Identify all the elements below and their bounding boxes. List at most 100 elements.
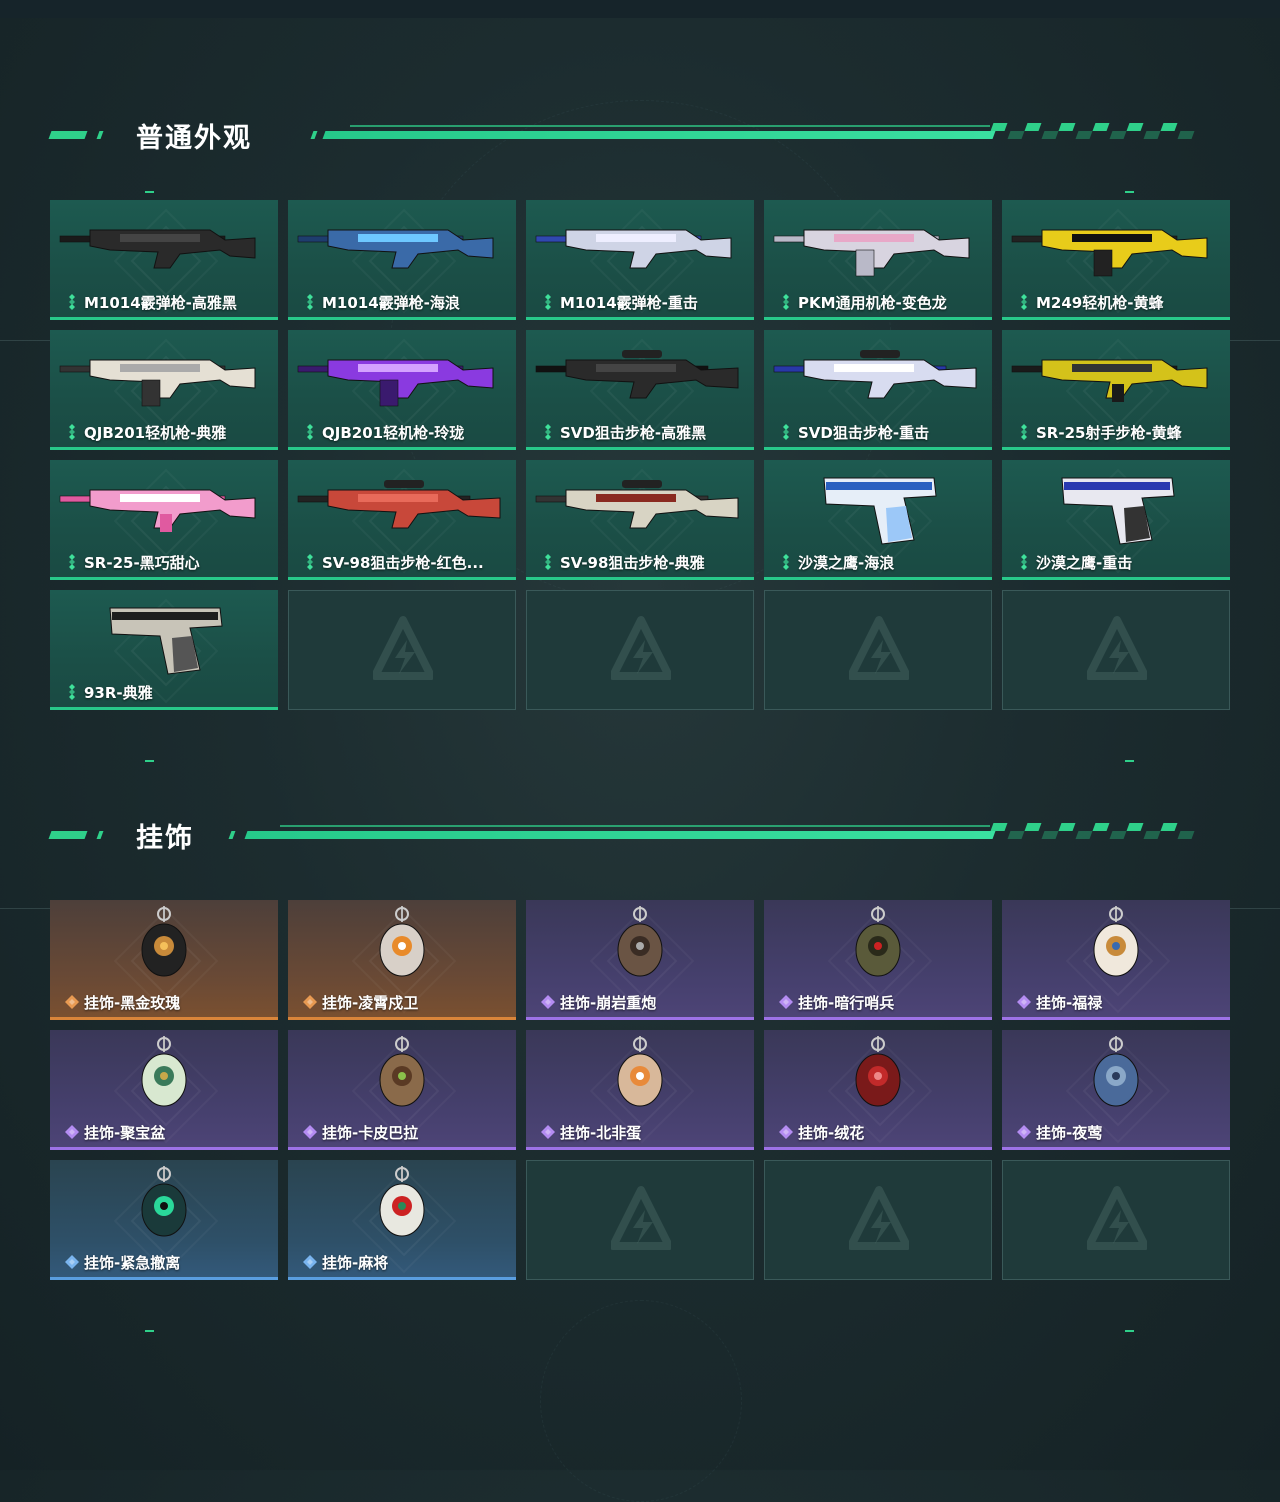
empty-slot (1002, 590, 1230, 710)
rarity-diamond-icon (783, 554, 789, 570)
section-title: 挂饰 (136, 823, 194, 854)
rarity-diamond-icon (307, 554, 313, 570)
item-card[interactable]: SR-25-黑巧甜心 (50, 460, 278, 580)
header-accent (96, 131, 104, 139)
item-name: 挂饰-暗行哨兵 (798, 994, 895, 1012)
corner-marker (145, 191, 154, 193)
item-card[interactable]: 挂饰-暗行哨兵 (764, 900, 992, 1020)
item-card[interactable]: 挂饰-绒花 (764, 1030, 992, 1150)
item-card[interactable]: 挂饰-卡皮巴拉 (288, 1030, 516, 1150)
item-card[interactable]: SVD狙击步枪-高雅黑 (526, 330, 754, 450)
item-name: 93R-典雅 (84, 684, 153, 702)
empty-slot (1002, 1160, 1230, 1280)
rarity-diamond-icon (545, 424, 551, 440)
item-name: M249轻机枪-黄蜂 (1036, 294, 1164, 312)
item-card[interactable]: M249轻机枪-黄蜂 (1002, 200, 1230, 320)
item-card[interactable]: M1014霰弹枪-重击 (526, 200, 754, 320)
rarity-diamond-icon (65, 1125, 79, 1139)
item-card[interactable]: 挂饰-聚宝盆 (50, 1030, 278, 1150)
rarity-diamond-icon (541, 995, 555, 1009)
item-card[interactable]: M1014霰弹枪-海浪 (288, 200, 516, 320)
item-name: 沙漠之鹰-海浪 (798, 554, 895, 572)
shotgun-icon (59, 229, 256, 269)
rarity-diamond-icon (1017, 1125, 1031, 1139)
sniper-rifle-icon (297, 480, 501, 529)
divider-line (1230, 908, 1280, 909)
pistol-icon (1061, 477, 1175, 545)
rarity-diamond-icon (783, 294, 789, 310)
corner-marker (145, 1330, 154, 1332)
header-accent (310, 131, 318, 139)
charm-icon (379, 906, 425, 977)
checker-tile (1024, 823, 1042, 831)
rarity-diamond-icon (307, 424, 313, 440)
item-name: SV-98狙击步枪-红色... (322, 554, 484, 572)
checker-tile (1109, 131, 1127, 139)
item-card[interactable]: SR-25射手步枪-黄蜂 (1002, 330, 1230, 450)
item-name: 挂饰-卡皮巴拉 (322, 1124, 419, 1142)
divider-line (0, 340, 50, 341)
empty-slot (764, 1160, 992, 1280)
top-bar (0, 0, 1280, 18)
item-card[interactable]: SVD狙击步枪-重击 (764, 330, 992, 450)
charm-icon (1093, 1036, 1139, 1107)
charm-icon (379, 1036, 425, 1107)
item-name: PKM通用机枪-变色龙 (798, 294, 947, 312)
rarity-diamond-icon (545, 294, 551, 310)
item-card[interactable]: 挂饰-福禄 (1002, 900, 1230, 1020)
pistol-icon (823, 477, 937, 545)
rarity-diamond-icon (65, 995, 79, 1009)
item-name: 挂饰-北非蛋 (560, 1124, 642, 1142)
rarity-diamond-icon (779, 995, 793, 1009)
item-card[interactable]: 挂饰-黑金玫瑰 (50, 900, 278, 1020)
charm-icon (617, 906, 663, 977)
item-name: SVD狙击步枪-高雅黑 (560, 424, 707, 442)
item-name: SV-98狙击步枪-典雅 (560, 554, 705, 572)
item-card[interactable]: 挂饰-北非蛋 (526, 1030, 754, 1150)
rifle-icon (1011, 359, 1208, 402)
rarity-diamond-icon (69, 554, 75, 570)
item-card[interactable]: 93R-典雅 (50, 590, 278, 710)
item-card[interactable]: 沙漠之鹰-重击 (1002, 460, 1230, 580)
sniper-rifle-icon (535, 480, 739, 529)
empty-slot (526, 590, 754, 710)
shotgun-icon (297, 229, 494, 269)
item-name: QJB201轻机枪-典雅 (84, 424, 227, 442)
item-name: 挂饰-黑金玫瑰 (84, 994, 181, 1012)
skins-grid: M1014霰弹枪-高雅黑 M1014霰弹枪-海浪 M1014霰弹枪-重击 PKM通用机… (50, 200, 1230, 710)
checker-tile (1126, 823, 1144, 831)
item-card[interactable]: 挂饰-凌霄戍卫 (288, 900, 516, 1020)
logo-watermark-icon (1087, 616, 1147, 680)
section-header-skins: 普通外观 (48, 123, 1210, 156)
rarity-diamond-icon (303, 1255, 317, 1269)
charm-icon (379, 1166, 425, 1237)
charm-icon (855, 906, 901, 977)
header-checker-pattern (990, 823, 1202, 843)
item-card[interactable]: 挂饰-麻将 (288, 1160, 516, 1280)
corner-marker (1125, 760, 1134, 762)
rarity-diamond-icon (307, 294, 313, 310)
item-card[interactable]: 挂饰-紧急撤离 (50, 1160, 278, 1280)
item-card[interactable]: QJB201轻机枪-典雅 (50, 330, 278, 450)
item-card[interactable]: SV-98狙击步枪-典雅 (526, 460, 754, 580)
charm-icon (1093, 906, 1139, 977)
item-card[interactable]: M1014霰弹枪-高雅黑 (50, 200, 278, 320)
item-card[interactable]: 挂饰-崩岩重炮 (526, 900, 754, 1020)
item-card[interactable]: PKM通用机枪-变色龙 (764, 200, 992, 320)
item-card[interactable]: QJB201轻机枪-玲珑 (288, 330, 516, 450)
rarity-diamond-icon (69, 294, 75, 310)
header-accent (228, 831, 236, 839)
item-card[interactable]: SV-98狙击步枪-红色... (288, 460, 516, 580)
pistol-icon (109, 607, 223, 675)
checker-tile (1092, 823, 1110, 831)
item-card[interactable]: 挂饰-夜莺 (1002, 1030, 1230, 1150)
checker-tile (1041, 831, 1059, 839)
rarity-diamond-icon (1021, 424, 1027, 440)
item-name: 沙漠之鹰-重击 (1036, 554, 1133, 572)
sniper-rifle-icon (535, 350, 739, 399)
checker-tile (1007, 831, 1025, 839)
item-card[interactable]: 沙漠之鹰-海浪 (764, 460, 992, 580)
checker-tile (1007, 131, 1025, 139)
checker-tile (1058, 823, 1076, 831)
charm-icon (141, 1036, 187, 1107)
